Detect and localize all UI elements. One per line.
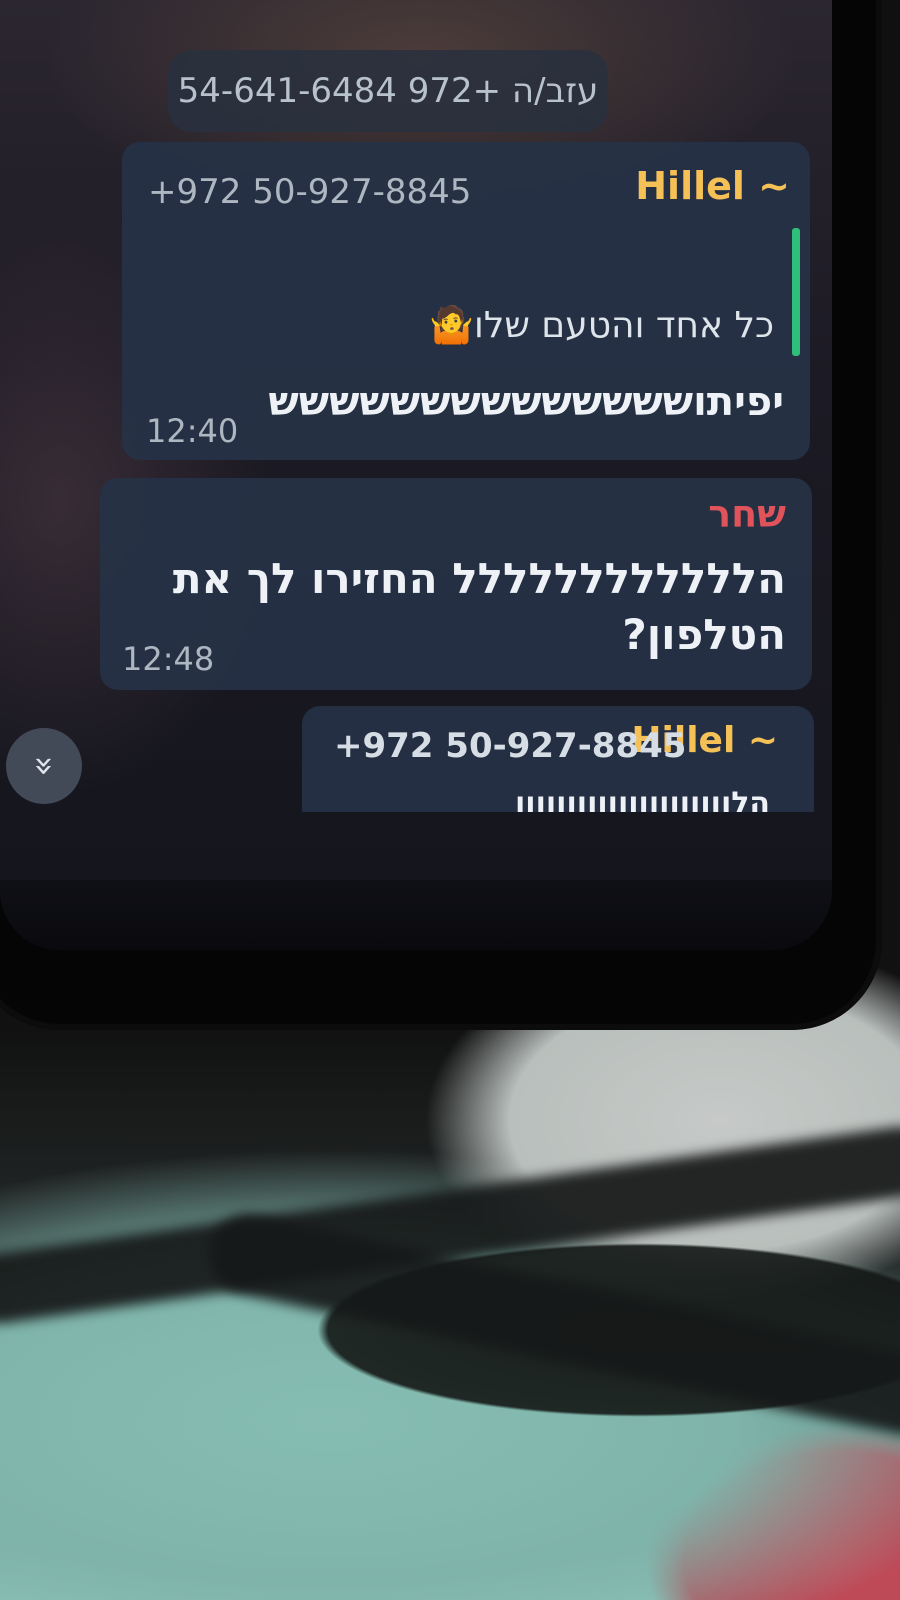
sender-phone: +972 50-927-8845 — [148, 172, 472, 212]
bottom-area — [0, 880, 832, 950]
message-text-line-1: הלללללללללללל החזירו לך את — [172, 554, 786, 603]
sender-phone: +972 50-927-8845 — [334, 726, 687, 766]
scroll-down-button[interactable]: » — [6, 728, 82, 804]
message-time: 12:48 — [122, 640, 215, 678]
reply-quote-bar — [792, 228, 800, 356]
double-chevron-down-icon: » — [24, 755, 64, 777]
chat-screen: עזב/ה +972 54-641-6484 ~ Hillel +972 50-… — [0, 0, 832, 950]
message-bubble[interactable]: שחר הלללללללללללל החזירו לך את הטלפון? 1… — [100, 478, 812, 690]
sender-name[interactable]: ~ Hillel — [635, 164, 790, 208]
message-text: יפיתושששששששששששששש — [268, 379, 784, 425]
message-bubble[interactable]: ~ Hillel +972 50-927-8845 הלוווווווווווו… — [302, 706, 814, 812]
message-time: 12:40 — [146, 412, 239, 450]
reply-quote-text[interactable]: כל אחד והטעם שלו🤷 — [429, 304, 774, 346]
system-message: עזב/ה +972 54-641-6484 — [168, 50, 608, 132]
message-text: הלווווווווווווווווווווו — [514, 786, 770, 812]
message-bubble[interactable]: ~ Hillel +972 50-927-8845 כל אחד והטעם ש… — [122, 142, 810, 460]
phone-body: עזב/ה +972 54-641-6484 ~ Hillel +972 50-… — [0, 0, 882, 1030]
message-text-line-2: הטלפון? — [622, 610, 786, 659]
sender-name[interactable]: שחר — [708, 492, 786, 536]
system-message-text: עזב/ה +972 54-641-6484 — [177, 71, 599, 111]
